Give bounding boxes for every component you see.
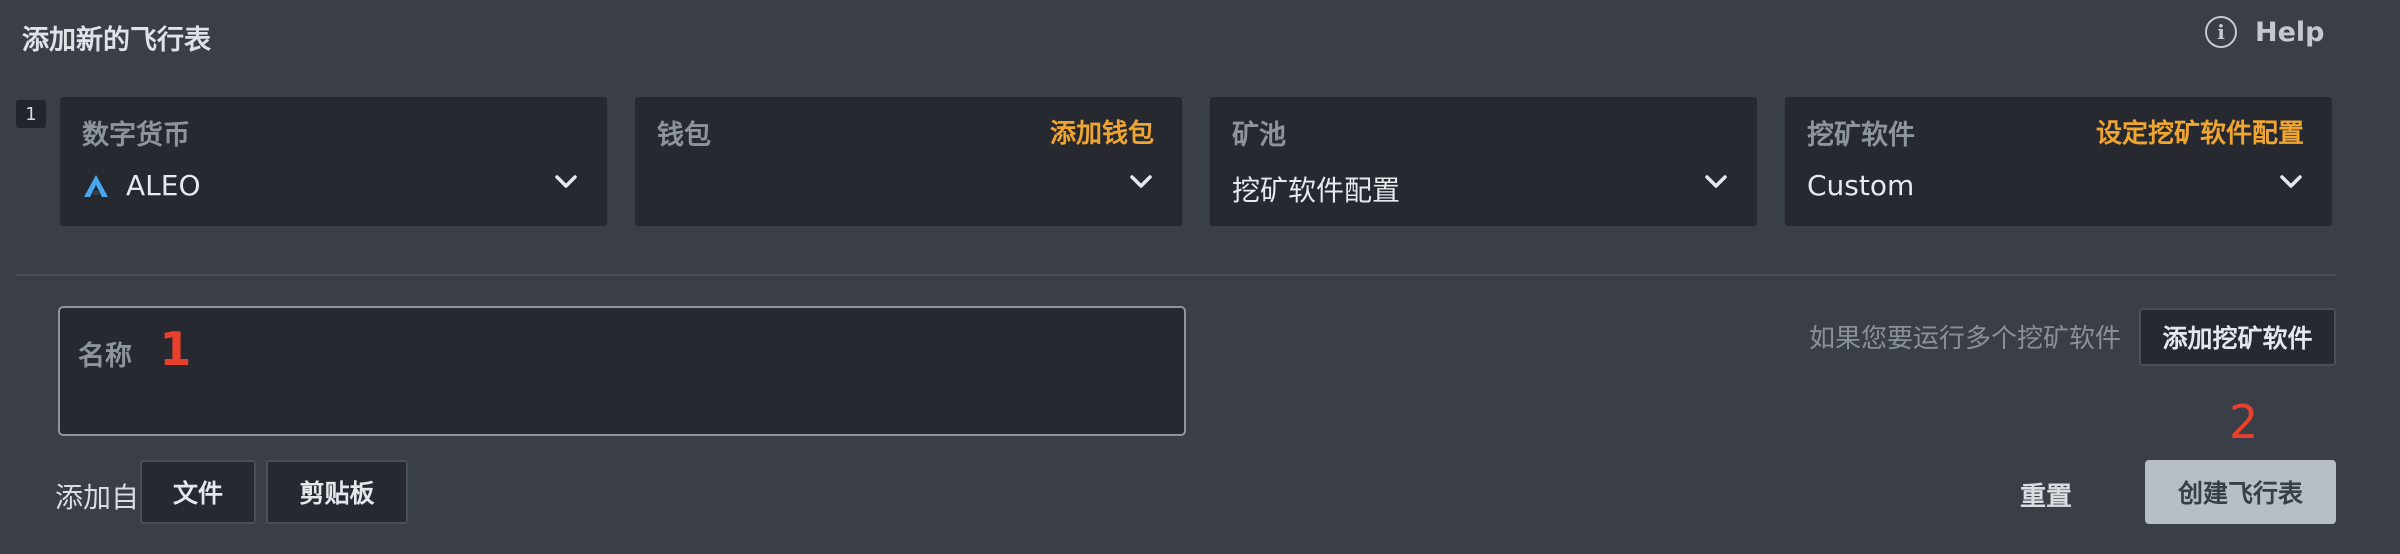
pool-value: 挖矿软件配置 [1232, 174, 1401, 207]
pool-label: 矿池 [1232, 120, 1286, 151]
pool-select[interactable]: 矿池 挖矿软件配置 [1210, 97, 1757, 226]
row-number: 1 [16, 100, 46, 128]
add-wallet-link[interactable]: 添加钱包 [1050, 113, 1154, 150]
aleo-logo-icon [84, 174, 108, 197]
chevron-down-icon [2280, 175, 2302, 188]
chevron-down-icon [1130, 175, 1152, 188]
file-button[interactable]: 文件 [140, 460, 256, 524]
configure-miner-link[interactable]: 设定挖矿软件配置 [2096, 113, 2304, 150]
chevron-down-icon [555, 175, 577, 188]
add-from-label: 添加自 [55, 481, 140, 514]
reset-button[interactable]: 重置 [2020, 476, 2072, 513]
miner-label: 挖矿软件 [1807, 120, 1915, 151]
divider [16, 274, 2336, 276]
name-field[interactable]: 名称 1 [58, 306, 1186, 436]
help-link[interactable]: i Help [2205, 16, 2325, 48]
page-title: 添加新的飞行表 [22, 25, 211, 56]
clipboard-button[interactable]: 剪贴板 [266, 460, 408, 524]
help-label: Help [2255, 16, 2325, 48]
name-label: 名称 1 [78, 322, 191, 376]
multi-miner-hint: 如果您要运行多个挖矿软件 [1808, 324, 2121, 354]
chevron-down-icon [1705, 175, 1727, 188]
wallet-select[interactable]: 钱包 添加钱包 [635, 97, 1182, 226]
annotation-marker-1: 1 [159, 322, 192, 376]
name-label-text: 名称 [78, 341, 132, 372]
coin-value: ALEO [126, 169, 201, 202]
create-flight-sheet-button[interactable]: 创建飞行表 [2145, 460, 2336, 524]
miner-value: Custom [1807, 169, 1915, 202]
add-miner-button[interactable]: 添加挖矿软件 [2139, 308, 2336, 366]
info-icon: i [2205, 16, 2237, 48]
wallet-label: 钱包 [657, 120, 711, 151]
miner-select[interactable]: 挖矿软件 设定挖矿软件配置 Custom [1785, 97, 2332, 226]
coin-select[interactable]: 数字货币 ALEO [60, 97, 607, 226]
annotation-marker-2: 2 [2229, 395, 2259, 449]
coin-label: 数字货币 [82, 120, 190, 151]
